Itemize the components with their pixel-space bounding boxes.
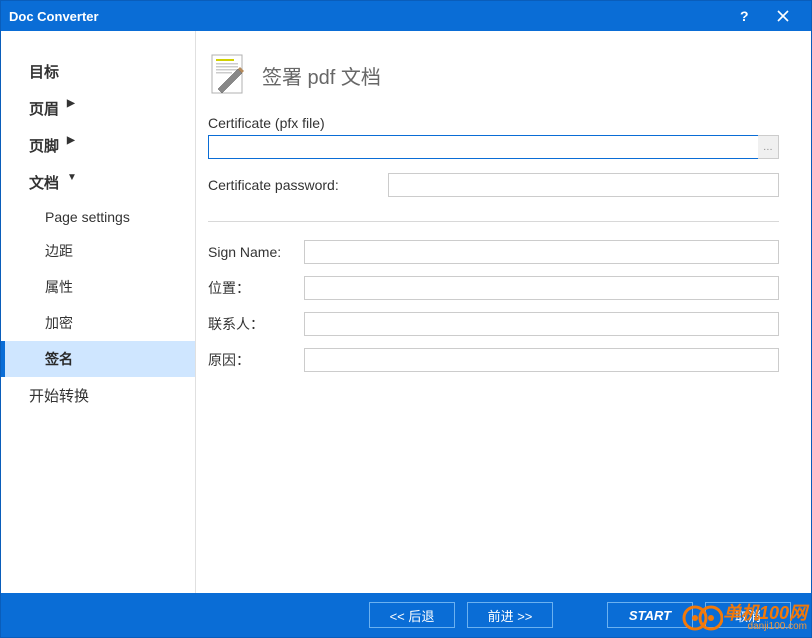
start-button[interactable]: START	[607, 602, 693, 628]
chevron-down-icon: ▼	[67, 172, 77, 183]
sidebar-item-encrypt[interactable]: 加密	[1, 305, 195, 341]
chevron-right-icon: ▶	[67, 135, 75, 146]
location-label: 位置：	[208, 278, 304, 298]
browse-button[interactable]: …	[758, 135, 779, 159]
reason-input[interactable]	[304, 348, 779, 372]
sidebar-item-start-convert[interactable]: 开始转换	[1, 377, 195, 414]
certificate-password-input[interactable]	[388, 173, 779, 197]
sidebar-item-footer[interactable]: 页脚▶	[1, 127, 195, 164]
page-title: 签署 pdf 文档	[262, 61, 381, 90]
location-input[interactable]	[304, 276, 779, 300]
sidebar-item-target[interactable]: 目标	[1, 53, 195, 90]
footer: << 后退 前进 >> START 取消	[1, 593, 811, 637]
certificate-input[interactable]	[208, 135, 758, 159]
sidebar-item-header[interactable]: 页眉▶	[1, 90, 195, 127]
sign-name-label: Sign Name:	[208, 244, 304, 260]
contact-label: 联系人：	[208, 314, 304, 334]
sidebar-item-properties[interactable]: 属性	[1, 269, 195, 305]
sidebar-item-document[interactable]: 文档▼	[1, 164, 195, 201]
close-button[interactable]	[763, 1, 803, 31]
certificate-password-label: Certificate password:	[208, 177, 388, 193]
cancel-button[interactable]: 取消	[705, 602, 791, 628]
titlebar: Doc Converter ?	[1, 1, 811, 31]
sidebar-item-page-settings[interactable]: Page settings	[1, 201, 195, 233]
sidebar: 目标 页眉▶ 页脚▶ 文档▼ Page settings 边距 属性 加密 签名…	[1, 31, 196, 593]
sidebar-item-sign[interactable]: 签名	[1, 341, 195, 377]
svg-text:?: ?	[740, 9, 749, 23]
sign-name-input[interactable]	[304, 240, 779, 264]
reason-label: 原因：	[208, 350, 304, 370]
sidebar-item-margins[interactable]: 边距	[1, 233, 195, 269]
back-button[interactable]: << 后退	[369, 602, 455, 628]
certificate-label: Certificate (pfx file)	[208, 115, 779, 131]
document-sign-icon	[208, 53, 248, 97]
window-title: Doc Converter	[9, 9, 723, 24]
divider	[208, 221, 779, 222]
contact-input[interactable]	[304, 312, 779, 336]
chevron-right-icon: ▶	[67, 98, 75, 109]
help-button[interactable]: ?	[723, 1, 763, 31]
content-panel: 签署 pdf 文档 Certificate (pfx file) … Certi…	[196, 31, 811, 593]
forward-button[interactable]: 前进 >>	[467, 602, 553, 628]
